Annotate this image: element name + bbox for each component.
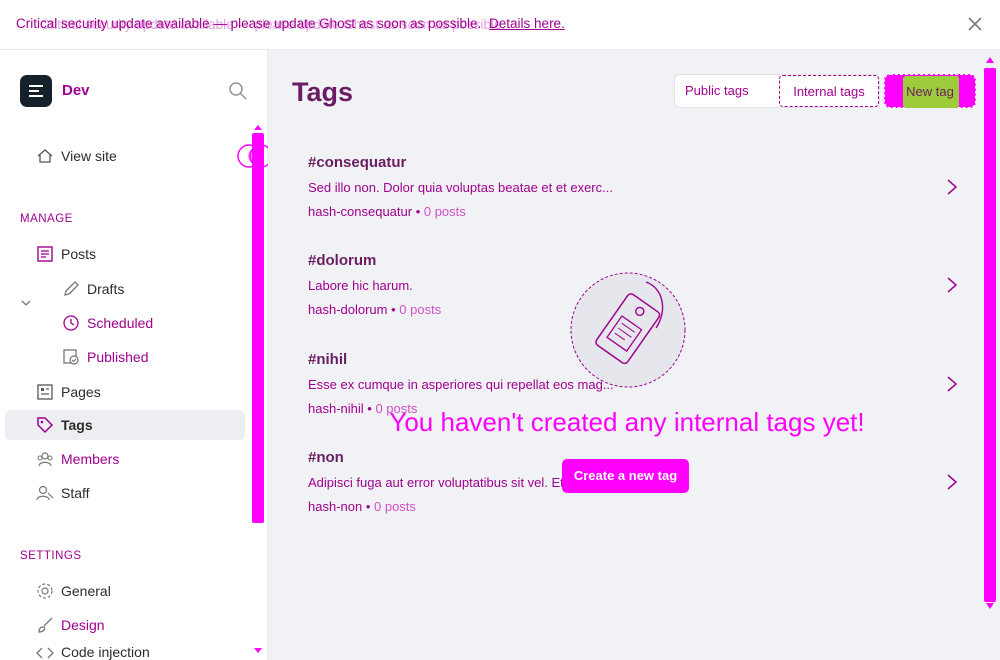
sidebar-item-label: Scheduled: [87, 315, 154, 331]
sidebar-item-label: General: [61, 583, 111, 599]
tag-illustration-icon: [570, 272, 686, 388]
tag-description: Sed illo non. Dolor quia voluptas beatae…: [308, 180, 613, 195]
sidebar-item-label: Drafts: [87, 281, 125, 297]
tag-slug: hash-consequatur: [308, 204, 413, 219]
sidebar-item-general[interactable]: General: [36, 576, 111, 606]
chevron-down-icon[interactable]: [20, 297, 32, 309]
sidebar-item-label: View site: [61, 148, 117, 164]
tag-row[interactable]: #consequatur Sed illo non. Dolor quia vo…: [308, 154, 958, 244]
tab-public-tags[interactable]: Public tags: [685, 75, 749, 107]
tag-post-count: 0 posts: [399, 302, 442, 317]
sidebar-item-label: Posts: [61, 246, 97, 262]
page-title: Tags: [292, 77, 354, 107]
sidebar-item-design[interactable]: Design: [36, 610, 105, 640]
staff-icon: [36, 484, 54, 502]
chevron-right-icon: [947, 376, 958, 392]
sidebar-item-tags[interactable]: Tags: [36, 410, 93, 440]
update-notification: Critical security update available — ple…: [0, 0, 1000, 50]
tag-icon: [36, 416, 54, 434]
sidebar-item-code-injection[interactable]: Code injection: [36, 644, 150, 660]
scroll-down-arrow-icon[interactable]: [986, 602, 994, 610]
section-label-settings: SETTINGS: [20, 550, 82, 562]
tag-slug: hash-nihil: [308, 401, 364, 416]
sidebar-item-label: Pages: [61, 384, 101, 400]
posts-icon: [36, 245, 54, 263]
sidebar-item-label: Members: [61, 451, 120, 467]
sidebar-item-published[interactable]: Published: [62, 342, 149, 372]
gear-icon: [36, 582, 54, 600]
notification-message: Critical security update available — ple…: [16, 16, 482, 31]
home-icon: [36, 147, 54, 165]
tag-type-filter: Public tags Internal tags: [674, 74, 880, 108]
tag-post-count: 0 posts: [374, 499, 416, 514]
chevron-right-icon: [947, 277, 958, 293]
tag-slug: hash-non: [308, 499, 363, 514]
sidebar-item-staff[interactable]: Staff: [36, 478, 90, 508]
sidebar-item-label: Tags: [61, 417, 93, 433]
chevron-right-icon: [947, 474, 958, 490]
sidebar-item-label: Published: [87, 349, 149, 365]
sidebar: Dev View site MANAGE Posts Drafts Schedu…: [0, 50, 273, 660]
sidebar-item-label: Design: [61, 617, 105, 633]
ghost-logo-icon: [29, 85, 43, 97]
members-icon: [36, 450, 54, 468]
tag-name: #consequatur: [308, 154, 407, 171]
pages-icon: [36, 383, 54, 401]
sidebar-item-label: Staff: [61, 485, 90, 501]
tag-meta: hash-consequatur • 0 posts: [308, 204, 466, 219]
tag-meta: hash-non • 0 posts: [308, 499, 416, 514]
sidebar-scrollbar[interactable]: [252, 133, 264, 523]
new-tag-button[interactable]: New tag: [884, 74, 976, 108]
clock-icon: [62, 314, 80, 332]
notification-details-link[interactable]: Details here.: [489, 16, 565, 31]
search-icon[interactable]: [228, 81, 248, 101]
section-label-manage: MANAGE: [20, 213, 73, 225]
sidebar-item-pages[interactable]: Pages: [36, 377, 101, 407]
site-name[interactable]: Dev: [62, 82, 90, 99]
empty-state-message: You haven't created any internal tags ye…: [389, 407, 865, 437]
tab-internal-tags[interactable]: Internal tags: [779, 75, 879, 107]
site-logo[interactable]: [20, 75, 52, 107]
brush-icon: [36, 616, 54, 634]
published-icon: [62, 348, 80, 366]
chevron-right-icon: [947, 179, 958, 195]
sidebar-item-posts[interactable]: Posts: [36, 239, 96, 269]
tag-post-count: 0 posts: [423, 204, 466, 219]
tag-slug: hash-dolorum: [308, 302, 388, 317]
main-scrollbar[interactable]: [984, 68, 996, 602]
sidebar-item-members[interactable]: Members: [36, 444, 119, 474]
close-icon[interactable]: [964, 13, 986, 35]
sidebar-item-drafts[interactable]: Drafts: [62, 274, 124, 304]
sidebar-item-view-site[interactable]: View site: [36, 141, 117, 171]
main-content: Tags Public tags Internal tags New tag #…: [268, 50, 1000, 660]
pencil-icon: [62, 280, 80, 298]
scroll-up-arrow-icon[interactable]: [253, 123, 263, 131]
notification-text: Critical security update available — ple…: [16, 16, 565, 31]
scroll-up-arrow-icon[interactable]: [986, 56, 994, 64]
scroll-down-arrow-icon[interactable]: [253, 647, 263, 655]
create-new-tag-button[interactable]: Create a new tag: [562, 459, 689, 493]
sidebar-item-scheduled[interactable]: Scheduled: [62, 308, 153, 338]
code-icon: [36, 644, 54, 660]
sidebar-item-label: Code injection: [61, 644, 150, 660]
tag-name: #dolorum: [308, 252, 377, 269]
new-tag-button-label: New tag: [906, 84, 954, 99]
